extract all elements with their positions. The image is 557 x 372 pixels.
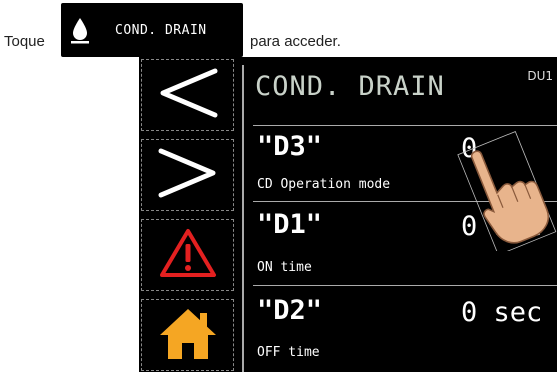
param-desc: CD Operation mode [257, 177, 391, 192]
home-button[interactable] [141, 299, 234, 371]
cond-drain-button[interactable]: COND. DRAIN [61, 3, 243, 57]
instruction-prefix: Toque [4, 33, 45, 50]
param-code: "D2" [257, 295, 323, 326]
water-drop-icon [69, 15, 91, 45]
param-desc: ON time [257, 260, 312, 275]
nav-column [139, 57, 237, 372]
param-value[interactable]: 0 sec [461, 297, 542, 328]
row-divider [253, 125, 557, 126]
home-icon [156, 305, 220, 366]
chevron-right-icon [153, 145, 223, 206]
param-code: "D3" [257, 131, 323, 162]
unit-tag: DU1 [527, 69, 553, 83]
screen-title: COND. DRAIN [255, 71, 445, 102]
param-code: "D1" [257, 209, 323, 240]
row-divider [253, 285, 557, 286]
chevron-left-icon [153, 65, 223, 126]
back-button[interactable] [141, 59, 234, 131]
instruction-suffix: para acceder. [250, 33, 341, 50]
nav-divider [242, 65, 244, 372]
forward-button[interactable] [141, 139, 234, 211]
cond-drain-button-label: COND. DRAIN [115, 22, 207, 38]
alarm-button[interactable] [141, 219, 234, 291]
hand-pointer-icon [457, 131, 557, 256]
device-screen: COND. DRAIN DU1 "D3" CD Operation mode 0… [139, 57, 557, 372]
warning-icon [158, 226, 218, 285]
param-desc: OFF time [257, 345, 320, 360]
